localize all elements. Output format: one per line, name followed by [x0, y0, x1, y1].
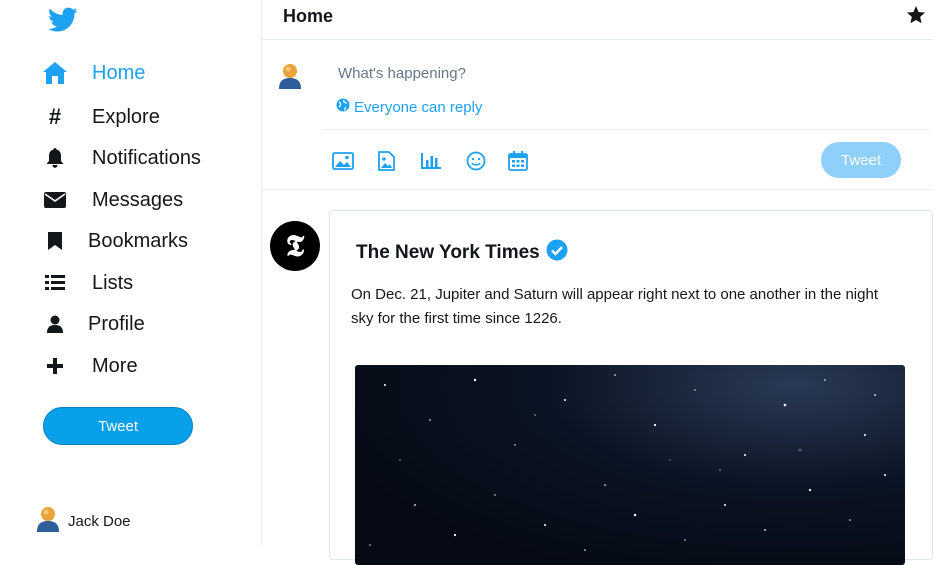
nyt-avatar[interactable]: 𝕿: [270, 221, 320, 271]
starfield: [369, 374, 886, 551]
page-title: Home: [283, 6, 334, 26]
user-account[interactable]: Jack Doe: [36, 506, 131, 537]
compose-tweet-button[interactable]: Tweet: [821, 142, 901, 178]
globe-icon: [336, 98, 350, 116]
image-icon[interactable]: [331, 150, 355, 172]
plus-icon: [42, 353, 68, 379]
star-icon[interactable]: [906, 5, 926, 30]
sidebar-item-explore[interactable]: # Explore: [42, 102, 160, 132]
tweet-card[interactable]: The New York Times On Dec. 21, Jupiter a…: [329, 210, 933, 565]
hashtag-icon: #: [48, 104, 62, 129]
twitter-logo-icon[interactable]: [48, 7, 78, 33]
sidebar-item-profile[interactable]: Profile: [42, 309, 145, 339]
avatar: [278, 63, 302, 94]
tweet-image-night-sky[interactable]: [355, 365, 905, 565]
sidebar-item-home[interactable]: Home: [42, 58, 145, 88]
user-name: Jack Doe: [68, 513, 131, 530]
list-icon: [42, 270, 68, 296]
sidebar: Home # Explore Notifications Messages Bo…: [0, 0, 262, 546]
user-icon: [42, 311, 68, 337]
sidebar-item-lists[interactable]: Lists: [42, 268, 133, 298]
sidebar-item-label: Home: [92, 61, 146, 84]
nyt-logo-icon: 𝕿: [285, 228, 305, 264]
main-feed: Home What's happening? Everyone can repl…: [262, 0, 935, 565]
calendar-icon[interactable]: [506, 150, 530, 172]
sidebar-item-label: Lists: [92, 271, 134, 294]
divider: [322, 129, 930, 130]
compose-box: What's happening? Everyone can reply Twe…: [262, 40, 932, 190]
sidebar-item-messages[interactable]: Messages: [42, 185, 183, 215]
gif-icon[interactable]: [374, 150, 398, 172]
tweet-text: On Dec. 21, Jupiter and Saturn will appe…: [351, 286, 878, 327]
envelope-icon: [42, 187, 68, 213]
compose-input[interactable]: What's happening?: [338, 65, 466, 82]
sidebar-item-label: Notifications: [92, 146, 201, 169]
bell-icon: [42, 145, 68, 171]
tweet-author[interactable]: The New York Times: [356, 239, 568, 267]
reply-setting[interactable]: Everyone can reply: [336, 98, 482, 116]
sidebar-item-label: Explore: [92, 105, 160, 128]
sidebar-item-label: Profile: [88, 312, 145, 335]
sidebar-item-bookmarks[interactable]: Bookmarks: [42, 226, 188, 256]
page-header: Home: [262, 0, 932, 40]
verified-badge-icon: [546, 239, 568, 267]
reply-setting-label: Everyone can reply: [354, 98, 483, 116]
sidebar-item-label: Messages: [92, 188, 184, 211]
bookmark-icon: [42, 228, 68, 254]
avatar: [36, 506, 60, 537]
tweet-button[interactable]: Tweet: [43, 407, 193, 445]
author-name: The New York Times: [356, 242, 540, 263]
poll-icon[interactable]: [419, 150, 443, 172]
sidebar-item-label: Bookmarks: [88, 229, 189, 252]
sidebar-item-notifications[interactable]: Notifications: [42, 143, 201, 173]
home-icon: [42, 60, 68, 86]
emoji-icon[interactable]: [464, 150, 488, 172]
sidebar-item-more[interactable]: More: [42, 351, 138, 381]
sidebar-item-label: More: [92, 354, 138, 377]
